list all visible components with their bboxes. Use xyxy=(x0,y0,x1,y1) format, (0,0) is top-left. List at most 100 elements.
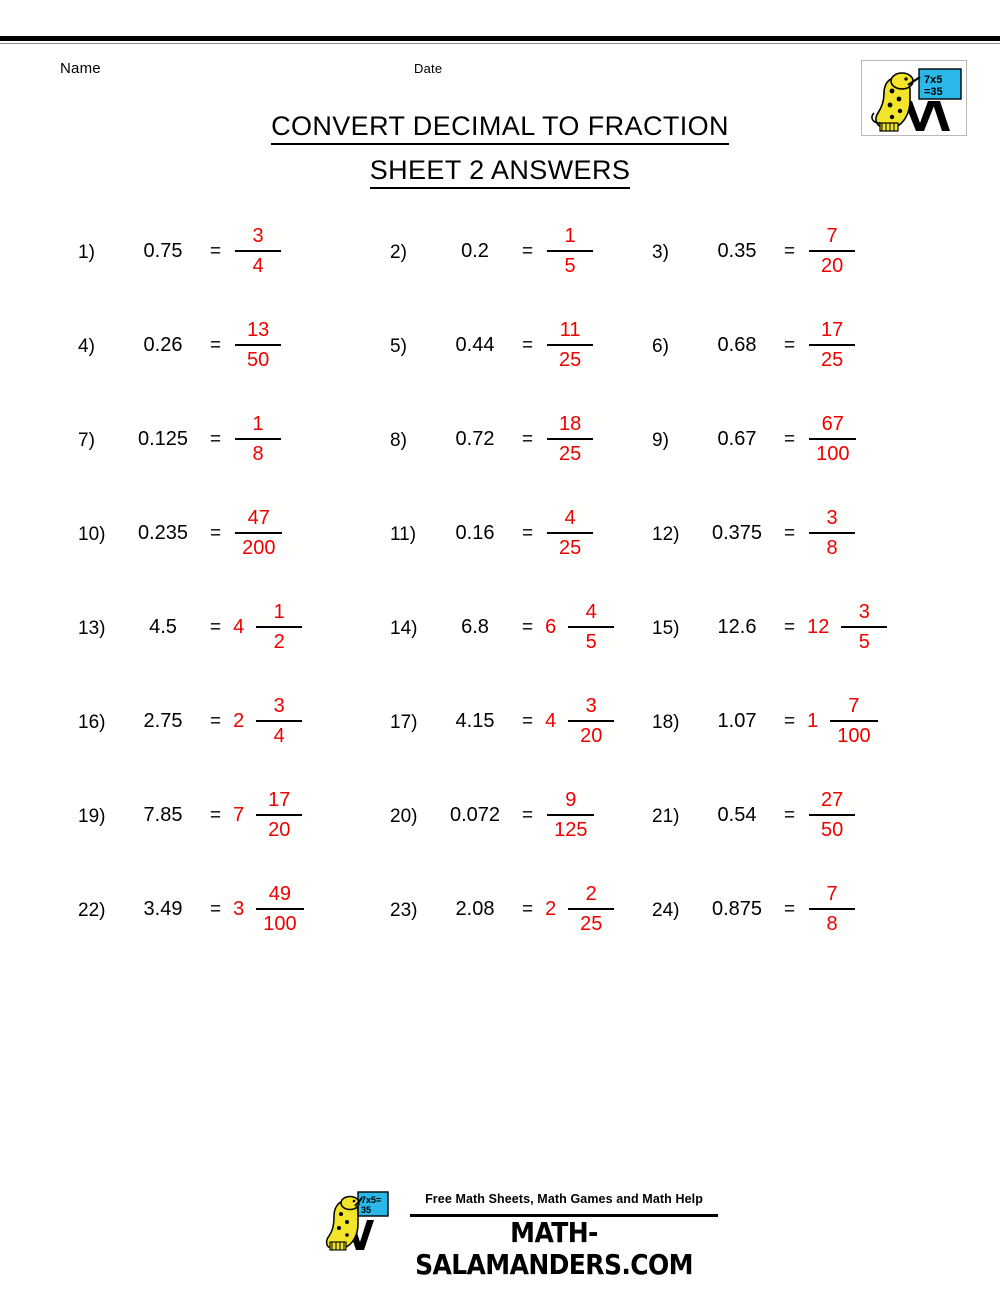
problem-decimal: 0.16 xyxy=(455,522,495,544)
problem-item: 11) 0.16 = 4 25 xyxy=(390,496,594,590)
fraction-numerator: 4 xyxy=(585,601,597,623)
equals-sign: = xyxy=(210,335,222,356)
problem-number: 16) xyxy=(78,712,106,733)
fraction-bar xyxy=(841,626,888,628)
problem-decimal: 12.6 xyxy=(717,616,757,638)
problem-decimal: 0.44 xyxy=(455,334,495,356)
problem-number: 21) xyxy=(652,806,680,827)
answer-fraction: 35 xyxy=(841,590,888,655)
fraction-bar xyxy=(809,908,856,910)
answer-fraction: 45 xyxy=(568,590,615,655)
equals-sign: = xyxy=(784,335,796,356)
problem-decimal: 0.75 xyxy=(143,240,183,262)
fraction-denominator: 25 xyxy=(558,443,582,465)
answer-fraction: 7 20 xyxy=(809,214,856,279)
equals-sign: = xyxy=(522,241,534,262)
problem-number: 6) xyxy=(652,336,669,357)
fraction-bar xyxy=(547,344,594,346)
problem-item: 18) 1.07 = 1 7 100 xyxy=(652,684,878,778)
problem-decimal: 0.875 xyxy=(711,898,763,920)
fraction-bar xyxy=(830,720,878,722)
fraction-bar xyxy=(256,720,303,722)
fraction-denominator: 25 xyxy=(558,537,582,559)
fraction-denominator: 25 xyxy=(558,349,582,371)
fraction-bar xyxy=(235,438,282,440)
problem-number: 24) xyxy=(652,900,680,921)
problem-decimal: 2.75 xyxy=(143,710,183,732)
fraction-denominator: 5 xyxy=(585,631,597,653)
answer-fraction: 34 xyxy=(256,684,303,749)
footer-website-link[interactable]: MATH-SALAMANDERS.COM xyxy=(386,1216,722,1281)
problem-row: 16) 2.75 = 2 3 4 17) 4.15 = 4 3 20 18) 1.07 = 1 7 100 xyxy=(0,684,1000,778)
fraction-numerator: 1 xyxy=(564,225,576,247)
problem-number: 15) xyxy=(652,618,680,639)
equals-sign: = xyxy=(784,429,796,450)
problem-decimal: 0.67 xyxy=(717,428,757,450)
problem-item: 14) 6.8 = 6 4 5 xyxy=(390,590,615,684)
fraction-bar xyxy=(547,438,594,440)
equals-sign: = xyxy=(522,335,534,356)
problem-item: 4) 0.26 = 13 50 xyxy=(78,308,282,402)
problem-decimal: 6.8 xyxy=(461,616,489,638)
problem-item: 1) 0.75 = 3 4 xyxy=(78,214,282,308)
problem-number: 18) xyxy=(652,712,680,733)
answer-whole-number: 6 xyxy=(545,616,557,638)
problem-item: 23) 2.08 = 2 2 25 xyxy=(390,872,615,966)
problems-grid: 1) 0.75 = 3 4 2) 0.2 = 1 5 3) 0.35 = 7 20 4) 0.26 = 13 50 5)… xyxy=(0,214,1000,966)
problem-item: 2) 0.2 = 1 5 xyxy=(390,214,594,308)
fraction-bar xyxy=(256,908,304,910)
title-line-2: SHEET 2 ANSWERS xyxy=(130,148,870,192)
fraction-numerator: 4 xyxy=(564,507,576,529)
fraction-numerator: 47 xyxy=(247,507,270,529)
problem-item: 15) 12.6 = 12 3 5 xyxy=(652,590,888,684)
problem-decimal: 0.072 xyxy=(449,804,501,826)
answer-whole-number: 2 xyxy=(545,898,557,920)
answer-whole-number: 1 xyxy=(807,710,819,732)
fraction-bar xyxy=(235,250,282,252)
answer-whole-number: 2 xyxy=(233,710,245,732)
fraction-denominator: 5 xyxy=(564,255,576,277)
fraction-numerator: 3 xyxy=(585,695,597,717)
problem-item: 10) 0.235 = 47 200 xyxy=(78,496,283,590)
equals-sign: = xyxy=(210,711,222,732)
answer-fraction: 47 200 xyxy=(235,496,283,561)
problem-item: 20) 0.072 = 9 125 xyxy=(390,778,595,872)
problem-row: 10) 0.235 = 47 200 11) 0.16 = 4 25 12) 0.375 = 3 8 xyxy=(0,496,1000,590)
fraction-bar xyxy=(235,532,283,534)
problem-row: 22) 3.49 = 3 49 100 23) 2.08 = 2 2 25 24) 0.875 = 7 8 xyxy=(0,872,1000,966)
problem-item: 3) 0.35 = 7 20 xyxy=(652,214,856,308)
answer-fraction: 15 xyxy=(547,214,594,279)
problem-decimal: 0.375 xyxy=(711,522,763,544)
fraction-numerator: 11 xyxy=(559,319,581,341)
fraction-denominator: 25 xyxy=(580,913,603,935)
problem-decimal: 0.26 xyxy=(143,334,183,356)
fraction-bar xyxy=(809,814,856,816)
problem-decimal: 0.125 xyxy=(137,428,189,450)
fraction-numerator: 3 xyxy=(858,601,870,623)
title-line-1-text: CONVERT DECIMAL TO FRACTION xyxy=(271,111,729,145)
problem-row: 4) 0.26 = 13 50 5) 0.44 = 11 25 6) 0.68 = 17 25 xyxy=(0,308,1000,402)
problem-decimal: 4.5 xyxy=(149,616,177,638)
fraction-denominator: 100 xyxy=(837,725,871,747)
answer-fraction: 9 125 xyxy=(547,778,595,843)
title-line-1: CONVERT DECIMAL TO FRACTION xyxy=(130,104,870,148)
fraction-numerator: 17 xyxy=(820,319,844,341)
answer-fraction: 2 25 xyxy=(568,872,615,937)
answer-fraction: 67 100 xyxy=(809,402,857,467)
fraction-bar xyxy=(568,720,615,722)
answer-fraction: 17 20 xyxy=(256,778,303,843)
problem-decimal: 1.07 xyxy=(717,710,757,732)
fraction-numerator: 3 xyxy=(252,225,264,247)
fraction-numerator: 3 xyxy=(826,507,838,529)
answer-fraction: 11 25 xyxy=(547,308,594,373)
fraction-denominator: 50 xyxy=(246,349,270,371)
footer-brand: 7x5= 35 Free Math Sheets, Math Games and… xyxy=(322,1186,722,1281)
equals-sign: = xyxy=(210,899,222,920)
answer-whole-number: 4 xyxy=(233,616,245,638)
fraction-denominator: 200 xyxy=(242,537,276,559)
equals-sign: = xyxy=(522,429,534,450)
answer-fraction: 78 xyxy=(809,872,856,937)
problem-number: 22) xyxy=(78,900,106,921)
equals-sign: = xyxy=(784,805,796,826)
equals-sign: = xyxy=(210,617,222,638)
